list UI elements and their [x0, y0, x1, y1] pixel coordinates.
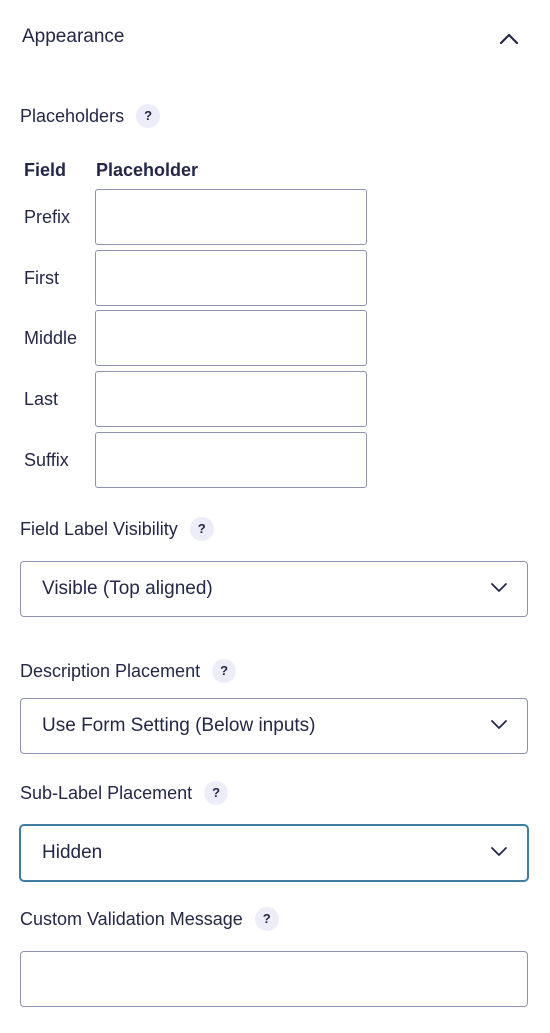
- help-icon[interactable]: ?: [254, 907, 279, 931]
- custom-validation-label: Custom Validation Message ?: [20, 907, 279, 931]
- section-title: Appearance: [22, 26, 125, 47]
- field-label-visibility-label: Field Label Visibility ?: [20, 517, 214, 541]
- chevron-down-icon: [489, 844, 509, 863]
- description-placement-text: Description Placement: [20, 661, 201, 681]
- sublabel-placement-label: Sub-Label Placement ?: [20, 781, 229, 805]
- field-label-visibility-text: Field Label Visibility: [20, 519, 178, 539]
- suffix-placeholder-input[interactable]: [95, 432, 367, 488]
- column-header-placeholder: Placeholder: [96, 160, 199, 180]
- column-header-field: Field: [24, 160, 67, 180]
- last-placeholder-input[interactable]: [95, 371, 367, 427]
- help-icon[interactable]: ?: [212, 659, 237, 683]
- help-icon[interactable]: ?: [136, 104, 161, 128]
- help-icon[interactable]: ?: [189, 517, 214, 541]
- description-placement-label: Description Placement ?: [20, 659, 237, 683]
- placeholders-label-text: Placeholders: [20, 106, 125, 126]
- select-value: Hidden: [42, 842, 103, 863]
- row-label-prefix: Prefix: [24, 207, 71, 227]
- prefix-placeholder-input[interactable]: [95, 189, 367, 245]
- row-label-middle: Middle: [24, 328, 78, 348]
- row-label-last: Last: [24, 389, 59, 409]
- chevron-up-icon[interactable]: [496, 28, 522, 48]
- custom-validation-text: Custom Validation Message: [20, 909, 243, 929]
- chevron-down-icon: [489, 717, 509, 736]
- first-placeholder-input[interactable]: [95, 250, 367, 306]
- placeholders-label: Placeholders ?: [20, 104, 161, 128]
- help-icon[interactable]: ?: [204, 781, 229, 805]
- row-label-suffix: Suffix: [24, 450, 69, 470]
- description-placement-select[interactable]: Use Form Setting (Below inputs): [20, 698, 528, 754]
- sublabel-placement-text: Sub-Label Placement: [20, 783, 193, 803]
- custom-validation-input[interactable]: [20, 951, 528, 1007]
- field-label-visibility-select[interactable]: Visible (Top aligned): [20, 561, 528, 617]
- sublabel-placement-select[interactable]: Hidden: [20, 825, 528, 881]
- select-value: Use Form Setting (Below inputs): [42, 715, 316, 736]
- row-label-first: First: [24, 268, 59, 288]
- chevron-down-icon: [489, 580, 509, 599]
- middle-placeholder-input[interactable]: [95, 310, 367, 366]
- select-value: Visible (Top aligned): [42, 578, 213, 599]
